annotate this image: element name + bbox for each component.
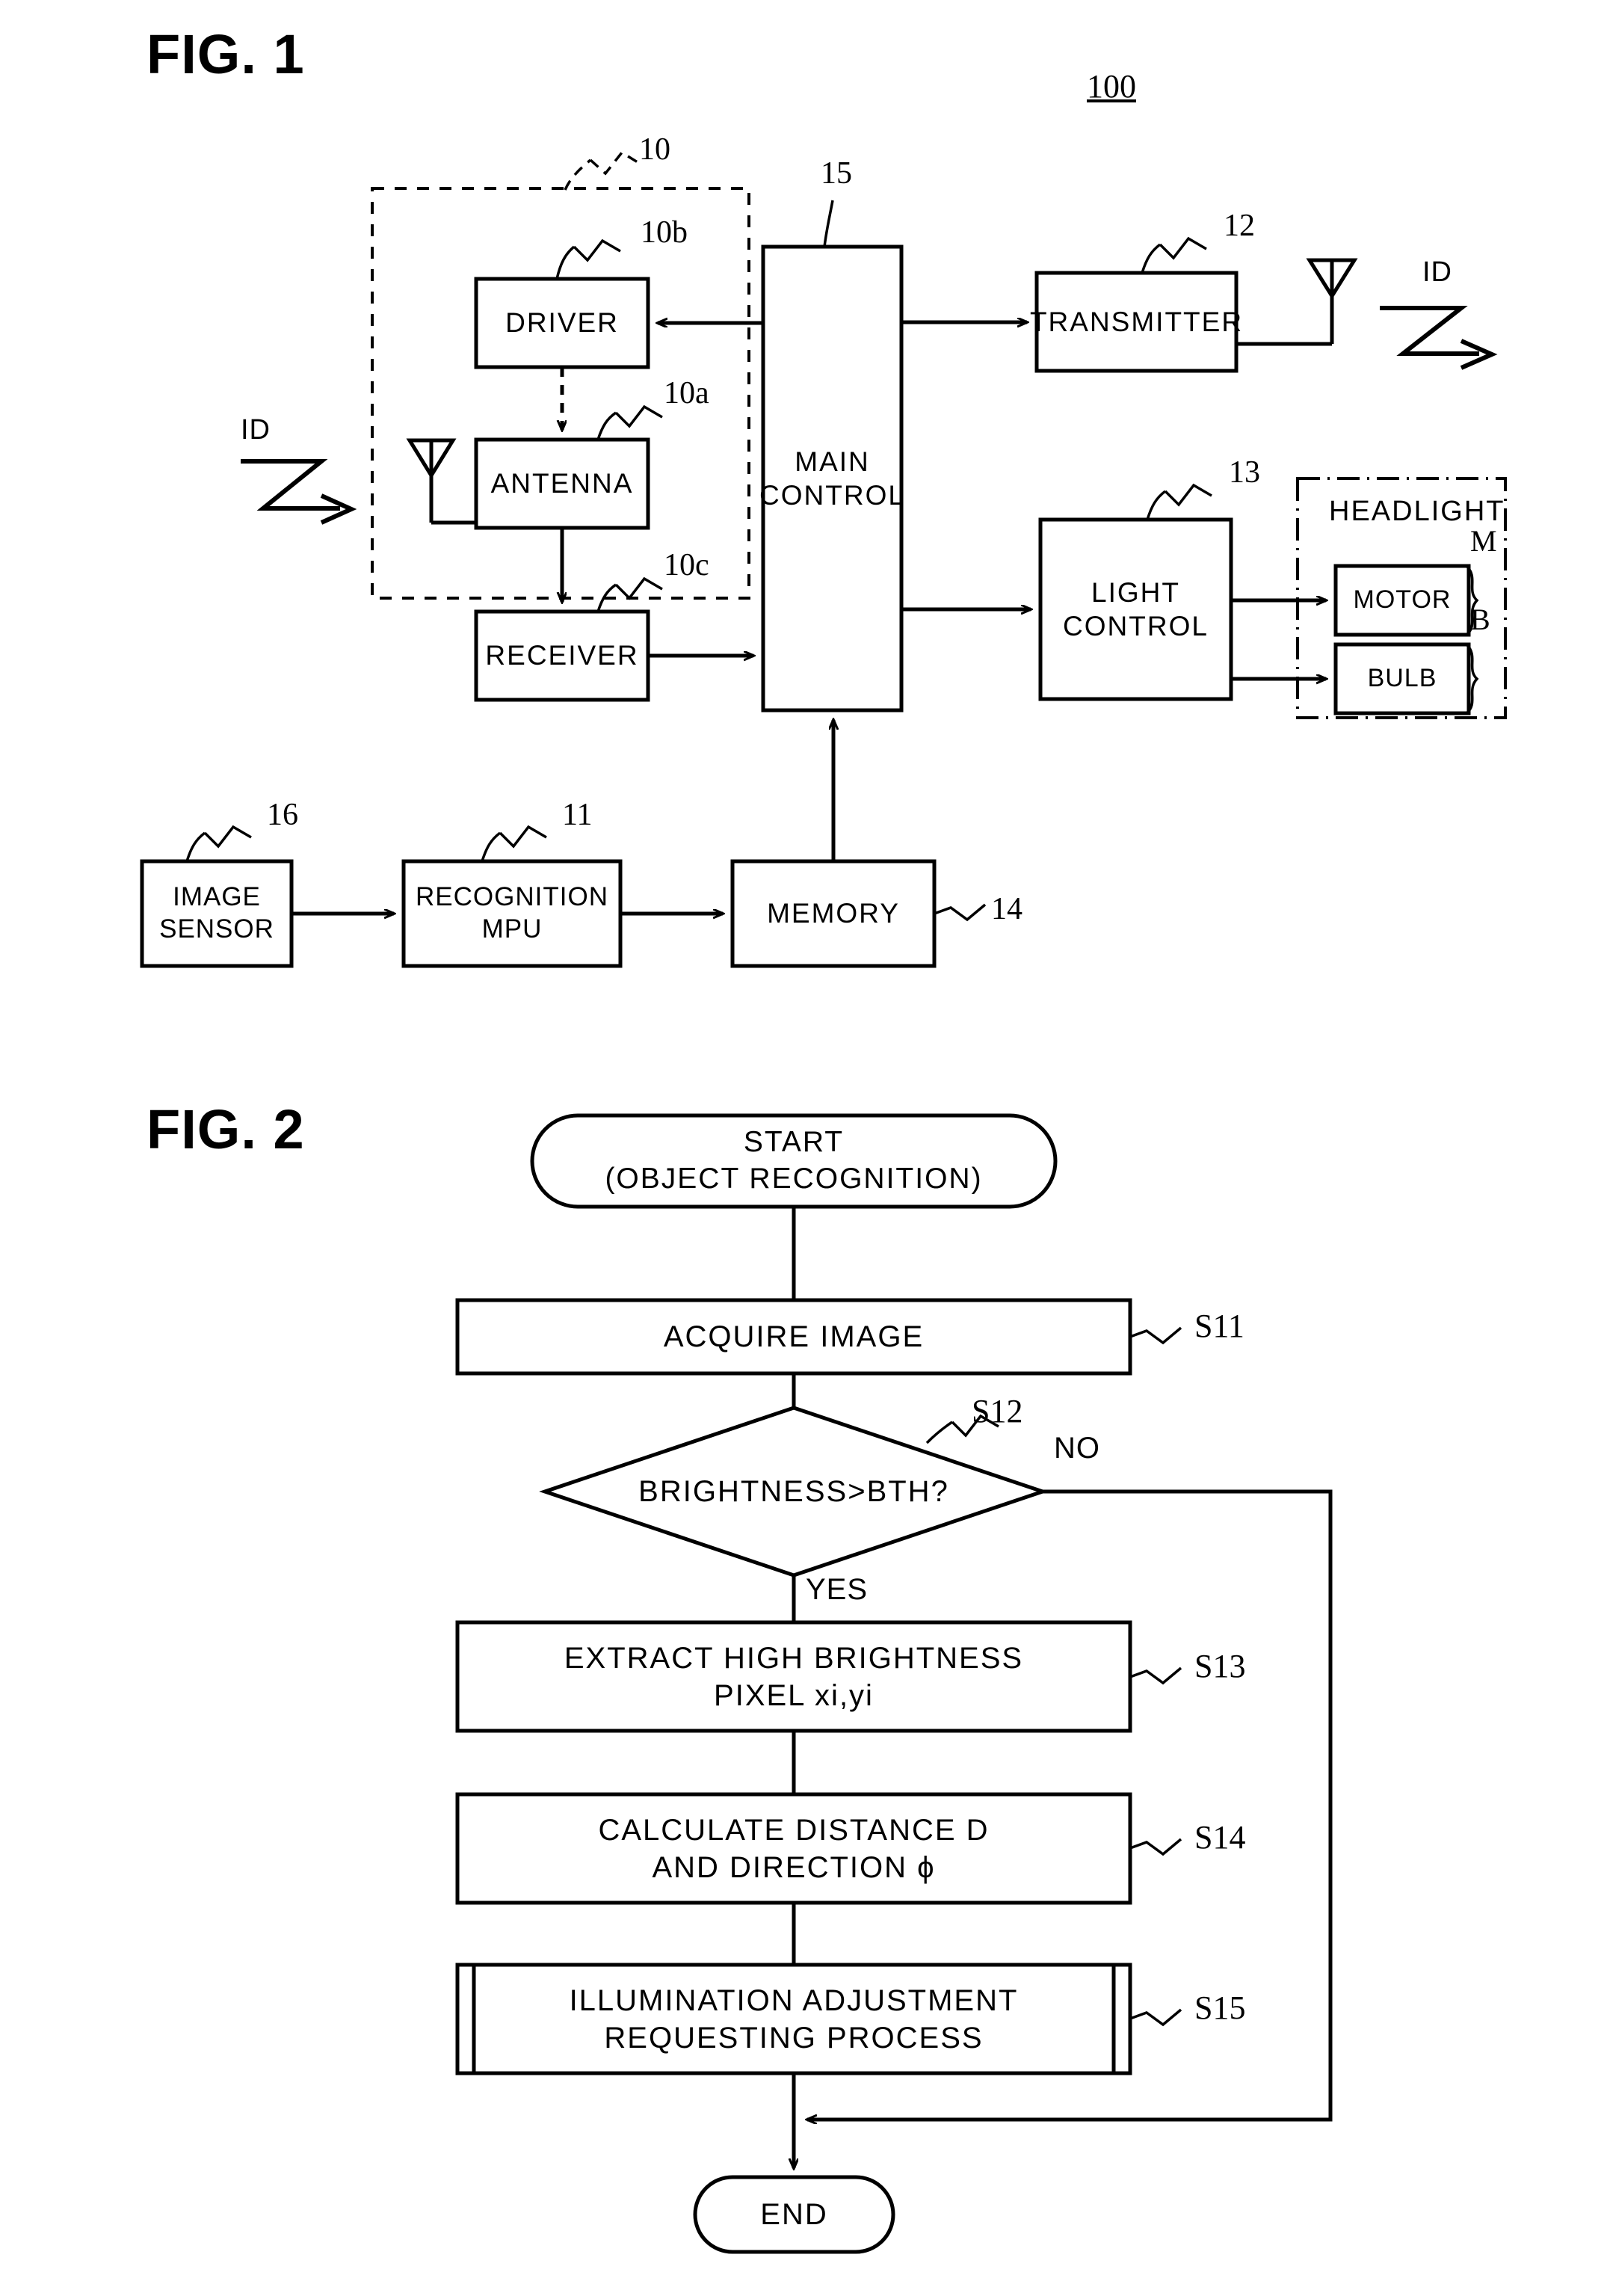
system-number-100: 100 [1087,68,1136,105]
main-control-box-outline [761,244,904,713]
ref-10b: 10b [641,215,688,250]
id-signal-arrow-left [241,459,357,525]
end-terminator-outline [693,2175,895,2254]
s13-box-outline [455,1620,1132,1733]
ref-15: 15 [821,156,852,191]
start-terminator-outline [530,1113,1058,1209]
leader-s15 [1129,2008,1182,2027]
headlight-group-label: HEADLIGHT [1329,496,1505,527]
bulb-box-outline [1333,642,1471,715]
patent-drawing-sheet: FIG. 1 100 10 10b 10a 10c 15 12 13 16 11… [0,0,1607,2296]
ref-13: 13 [1229,455,1260,490]
memory-box-outline [730,859,937,968]
figure-2-title: FIG. 2 [146,1098,305,1160]
id-label-left: ID [241,414,271,446]
figure-1-title: FIG. 1 [146,23,305,85]
s14-box-outline [455,1792,1132,1905]
id-signal-arrow-right [1380,306,1498,370]
step-ref-s12: S12 [972,1393,1023,1429]
ref-10a: 10a [664,376,709,410]
step-ref-s15: S15 [1194,1989,1246,2026]
motor-box-outline [1333,564,1471,637]
leader-s13 [1129,1666,1182,1685]
leader-s11 [1129,1326,1182,1345]
antenna-symbol-left [406,438,477,525]
receiver-box-outline [474,609,650,702]
id-label-right: ID [1422,256,1452,288]
s15-box-outline [455,1963,1132,2075]
ref-motor-M: M [1470,524,1497,558]
step-ref-s13: S13 [1194,1648,1246,1684]
flow-s12-no-bypass [807,1489,1333,2120]
ref-bulb-B: B [1470,603,1490,636]
ref-11: 11 [562,798,593,832]
ref-14: 14 [991,892,1023,926]
ref-12: 12 [1224,209,1255,243]
ref-16: 16 [267,798,298,832]
light-control-box-outline [1038,517,1233,701]
transmitter-box-outline [1034,271,1239,373]
branch-label-yes: YES [806,1573,869,1606]
ref-10c: 10c [664,548,709,582]
s11-box-outline [455,1298,1132,1376]
step-ref-s11: S11 [1194,1308,1244,1344]
ref-10: 10 [639,132,670,167]
leader-s14 [1129,1838,1182,1856]
image-sensor-box-outline [140,859,294,968]
step-ref-s14: S14 [1194,1819,1246,1856]
antenna-symbol-right [1236,258,1358,346]
branch-label-no: NO [1054,1432,1100,1465]
recognition-mpu-box-outline [401,859,623,968]
antenna-box-outline [474,437,650,530]
driver-box-outline [474,277,650,369]
